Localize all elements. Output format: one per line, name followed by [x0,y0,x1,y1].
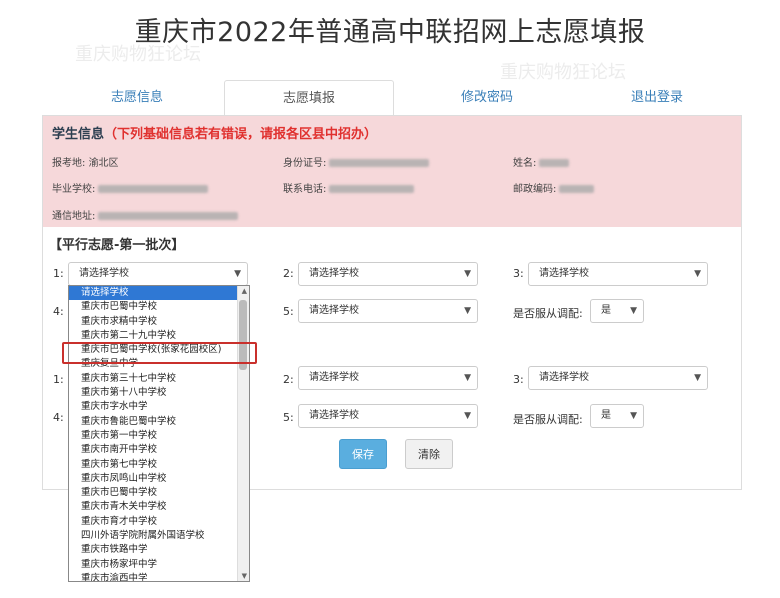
id-field: 身份证号: [283,154,430,169]
chevron-down-icon: ▼ [630,411,637,421]
school-select-value: 请选择学校 [79,268,129,279]
school-dropdown-list[interactable]: 请选择学校 重庆市巴蜀中学校 重庆市求精中学校 重庆市第二十九中学校 重庆市巴蜀中学校(… [68,285,250,582]
chevron-down-icon: ▼ [694,269,701,279]
school-select-3[interactable]: 请选择学校 ▼ [528,262,708,286]
exam-area-value: 渝北区 [88,158,119,169]
school-select-value: 请选择学校 [539,268,589,279]
address-label: 通信地址: [52,211,96,222]
dropdown-scrollbar[interactable]: ▲ ▼ [237,286,249,581]
exam-area-label: 报考地: [52,158,86,169]
school-select-5[interactable]: 请选择学校 ▼ [298,299,478,323]
dropdown-option[interactable]: 重庆市育才中学校 [69,515,249,529]
school-select-value: 请选择学校 [309,268,359,279]
obey-select-value: 是 [601,410,611,421]
postcode-label: 邮政编码: [513,184,557,195]
scroll-down-icon[interactable]: ▼ [242,572,247,580]
dropdown-option[interactable]: 重庆市第三十七中学校 [69,372,249,386]
id-label: 身份证号: [283,158,327,169]
save-button[interactable]: 保存 [339,439,387,469]
student-info-warning: （下列基础信息若有错误，请报各区县中招办） [104,127,378,142]
choice-label: 4: [53,305,64,318]
dropdown-option[interactable]: 重庆市第七中学校 [69,458,249,472]
address-field: 通信地址: [52,207,239,222]
chevron-down-icon: ▼ [694,373,701,383]
phone-field: 联系电话: [283,180,415,195]
postcode-redacted [559,185,595,193]
dropdown-option[interactable]: 重庆市鲁能巴蜀中学校 [69,415,249,429]
student-info-title: 学生信息（下列基础信息若有错误，请报各区县中招办） [52,123,377,142]
school-select-value: 请选择学校 [309,410,359,421]
dropdown-option[interactable]: 重庆市第十八中学校 [69,386,249,400]
chevron-down-icon: ▼ [464,373,471,383]
scroll-up-icon[interactable]: ▲ [242,287,247,295]
phone-redacted [329,185,415,193]
choice-label: 1: [53,373,64,386]
choice-label: 2: [283,267,294,280]
dropdown-option[interactable]: 重庆市凤鸣山中学校 [69,472,249,486]
student-info-box: 学生信息（下列基础信息若有错误，请报各区县中招办） 报考地: 渝北区 身份证号:… [43,116,741,227]
tab-change-password[interactable]: 修改密码 [412,80,562,116]
school-select-2[interactable]: 请选择学校 ▼ [298,262,478,286]
name-label: 姓名: [513,158,537,169]
school-select-value: 请选择学校 [539,372,589,383]
name-redacted [539,159,570,167]
dropdown-option[interactable]: 重庆市渝西中学 [69,572,249,581]
batch-title: 【平行志愿-第一批次】 [49,238,185,253]
dropdown-option[interactable]: 请选择学校 [69,286,249,301]
school-field: 毕业学校: [52,180,209,195]
obey-select[interactable]: 是 ▼ [590,299,644,323]
school-select-5b[interactable]: 请选择学校 ▼ [298,404,478,428]
id-redacted [329,159,430,167]
dropdown-option[interactable]: 四川外语学院附属外国语学校 [69,529,249,543]
address-redacted [98,212,239,220]
dropdown-option[interactable]: 重庆市铁路中学 [69,543,249,557]
dropdown-items: 请选择学校 重庆市巴蜀中学校 重庆市求精中学校 重庆市第二十九中学校 重庆市巴蜀中学校(… [69,286,249,581]
obey-select-value: 是 [601,305,611,316]
choice-label: 4: [53,411,64,424]
chevron-down-icon: ▼ [464,411,471,421]
chevron-down-icon: ▼ [464,306,471,316]
choice-label: 3: [513,267,524,280]
choice-label: 2: [283,373,294,386]
dropdown-option[interactable]: 重庆市巴蜀中学校 [69,300,249,314]
choice-label: 1: [53,267,64,280]
dropdown-option[interactable]: 重庆市巴蜀中学校 [69,486,249,500]
school-label: 毕业学校: [52,184,96,195]
dropdown-option[interactable]: 重庆市青木关中学校 [69,500,249,514]
student-info-heading: 学生信息 [52,127,105,142]
nav-tabs: 志愿信息 志愿填报 修改密码 退出登录 [52,80,742,116]
school-select-1[interactable]: 请选择学校 ▼ [68,262,248,286]
exam-area-field: 报考地: 渝北区 [52,154,119,169]
obey-label: 是否服从调配: [513,307,583,320]
name-field: 姓名: [513,154,570,169]
highlight-box [62,342,257,364]
school-select-2b[interactable]: 请选择学校 ▼ [298,366,478,390]
dropdown-option[interactable]: 重庆市第一中学校 [69,429,249,443]
postcode-field: 邮政编码: [513,180,595,195]
clear-button[interactable]: 清除 [405,439,453,469]
choice-label: 5: [283,305,294,318]
school-redacted [98,185,209,193]
chevron-down-icon: ▼ [630,306,637,316]
obey-label: 是否服从调配: [513,413,583,426]
school-select-value: 请选择学校 [309,372,359,383]
school-select-value: 请选择学校 [309,305,359,316]
tab-volunteer-info[interactable]: 志愿信息 [62,80,212,116]
choice-label: 5: [283,411,294,424]
phone-label: 联系电话: [283,184,327,195]
choice-label: 3: [513,373,524,386]
obey-select-b[interactable]: 是 ▼ [590,404,644,428]
tab-volunteer-fill[interactable]: 志愿填报 [224,80,394,116]
page-title: 重庆市2022年普通高中联招网上志愿填报 [134,17,646,48]
chevron-down-icon: ▼ [464,269,471,279]
school-select-3b[interactable]: 请选择学校 ▼ [528,366,708,390]
dropdown-option[interactable]: 重庆市杨家坪中学 [69,558,249,572]
dropdown-option[interactable]: 重庆市求精中学校 [69,315,249,329]
tab-logout[interactable]: 退出登录 [582,80,732,116]
dropdown-option[interactable]: 重庆市字水中学 [69,400,249,414]
chevron-down-icon: ▼ [234,269,241,279]
dropdown-option[interactable]: 重庆市南开中学校 [69,443,249,457]
